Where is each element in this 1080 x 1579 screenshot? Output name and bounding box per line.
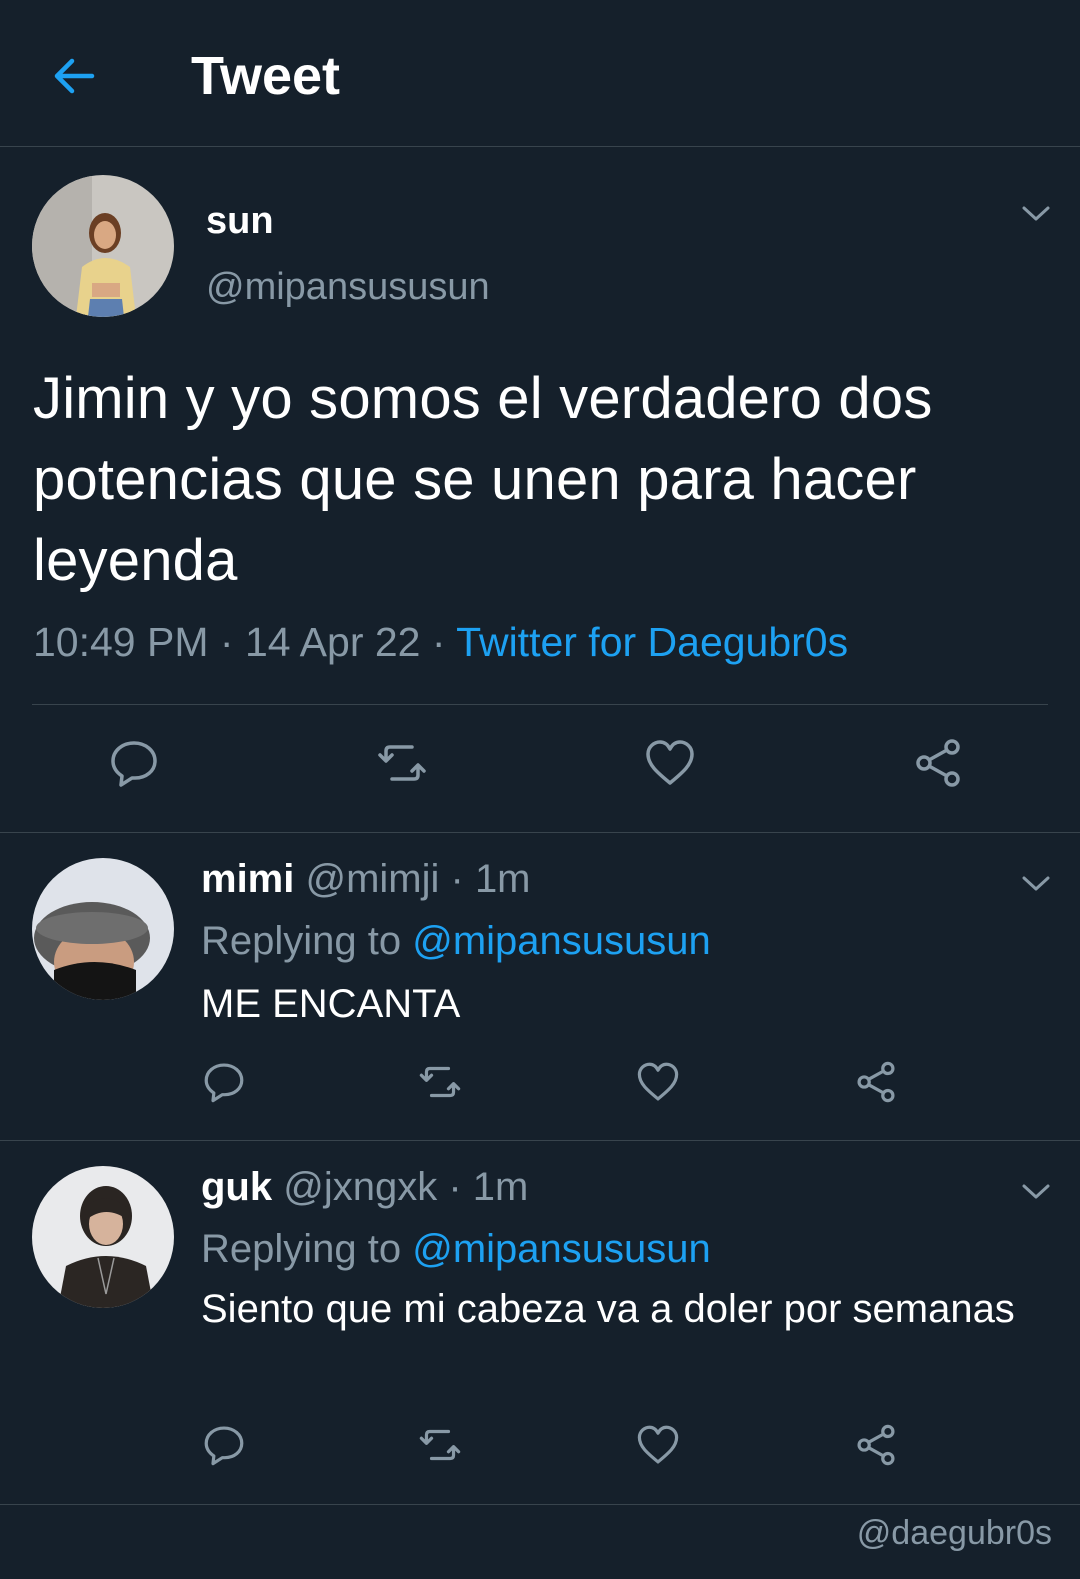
divider xyxy=(32,704,1048,705)
reply-author-handle[interactable]: @mimji xyxy=(305,857,439,901)
avatar[interactable] xyxy=(32,1166,174,1308)
reply-age: 1m xyxy=(474,857,531,901)
avatar[interactable] xyxy=(32,175,174,317)
retweet-icon xyxy=(378,745,426,781)
reply-text: Siento que mi cabeza va a doler por sema… xyxy=(201,1287,1015,1331)
retweet-button[interactable] xyxy=(376,737,428,789)
reply-icon xyxy=(204,1426,244,1466)
reply-icon xyxy=(111,741,157,787)
avatar-photo xyxy=(32,858,174,1000)
reply-button[interactable] xyxy=(202,1060,246,1104)
avatar-photo xyxy=(32,175,174,317)
top-bar: Tweet xyxy=(0,0,1080,147)
like-button[interactable] xyxy=(636,1423,680,1467)
tweet-source-link[interactable]: Twitter for Daegubr0s xyxy=(456,619,848,665)
share-button[interactable] xyxy=(854,1423,898,1467)
heart-icon xyxy=(646,740,694,785)
share-button[interactable] xyxy=(854,1060,898,1104)
chevron-down-icon xyxy=(1022,1184,1050,1199)
more-options-button[interactable] xyxy=(1018,871,1054,895)
author-handle[interactable]: @mipansususun xyxy=(206,265,490,309)
tweet-date: 14 Apr 22 xyxy=(244,619,421,665)
meta-separator: · xyxy=(208,619,245,665)
retweet-button[interactable] xyxy=(418,1423,462,1467)
heart-icon xyxy=(637,1425,679,1464)
reply-tweet[interactable]: guk @jxngxk · 1m Replying to @mipansusus… xyxy=(0,1141,1080,1505)
watermark: @daegubr0s xyxy=(856,1514,1052,1552)
reply-author-name[interactable]: mimi xyxy=(201,857,294,901)
like-button[interactable] xyxy=(644,737,696,789)
author-name[interactable]: sun xyxy=(206,199,274,243)
reply-icon xyxy=(204,1063,244,1103)
reply-text: ME ENCANTA xyxy=(201,982,461,1026)
retweet-icon xyxy=(419,1066,461,1098)
reply-header: mimi @mimji · 1m xyxy=(201,857,531,901)
share-icon xyxy=(857,1424,895,1466)
avatar[interactable] xyxy=(32,858,174,1000)
arrow-left-icon xyxy=(54,58,95,94)
replying-prefix: Replying to xyxy=(201,1227,413,1271)
replying-prefix: Replying to xyxy=(201,919,413,963)
reply-button[interactable] xyxy=(108,737,160,789)
share-icon xyxy=(857,1061,895,1103)
page-title: Tweet xyxy=(191,46,341,106)
main-tweet: sun @mipansususun Jimin y yo somos el ve… xyxy=(0,147,1080,833)
tweet-time: 10:49 PM xyxy=(33,619,209,665)
heart-icon xyxy=(637,1062,679,1101)
like-button[interactable] xyxy=(636,1060,680,1104)
reply-header: guk @jxngxk · 1m xyxy=(201,1165,529,1209)
avatar-photo xyxy=(32,1166,174,1308)
mention-link[interactable]: @mipansususun xyxy=(412,919,711,963)
tweet-meta: 10:49 PM · 14 Apr 22 · Twitter for Daegu… xyxy=(33,617,848,667)
reply-author-handle[interactable]: @jxngxk xyxy=(283,1165,437,1209)
reply-tweet[interactable]: mimi @mimji · 1m Replying to @mipansusus… xyxy=(0,833,1080,1141)
reply-age: 1m xyxy=(472,1165,529,1209)
share-icon xyxy=(916,739,960,787)
reply-author-name[interactable]: guk xyxy=(201,1165,272,1209)
replying-to: Replying to @mipansususun xyxy=(201,917,711,965)
chevron-down-icon xyxy=(1022,206,1050,221)
retweet-icon xyxy=(419,1429,461,1461)
meta-separator: · xyxy=(420,619,457,665)
chevron-down-icon xyxy=(1022,876,1050,891)
more-options-button[interactable] xyxy=(1018,201,1054,225)
more-options-button[interactable] xyxy=(1018,1179,1054,1203)
replying-to: Replying to @mipansususun xyxy=(201,1225,711,1273)
back-button[interactable] xyxy=(50,52,98,100)
mention-link[interactable]: @mipansususun xyxy=(412,1227,711,1271)
share-button[interactable] xyxy=(912,737,964,789)
reply-button[interactable] xyxy=(202,1423,246,1467)
tweet-text: Jimin y yo somos el verdadero dos potenc… xyxy=(33,366,933,593)
retweet-button[interactable] xyxy=(418,1060,462,1104)
